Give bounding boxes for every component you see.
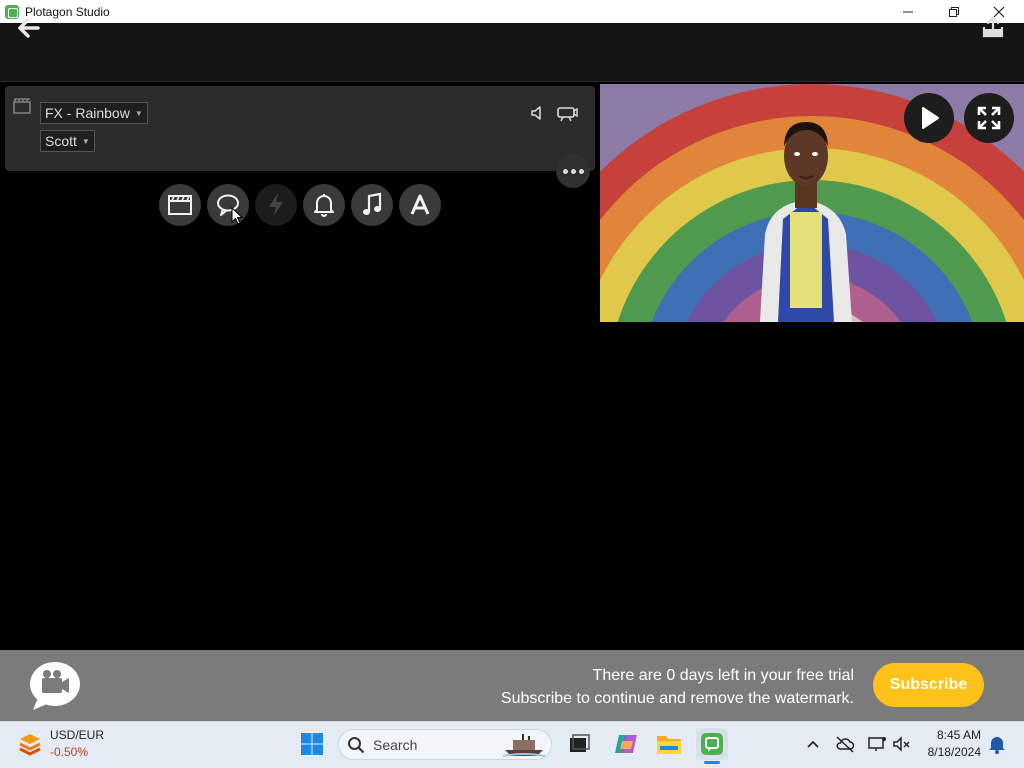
stock-chart-icon bbox=[19, 734, 41, 756]
folder-icon bbox=[657, 736, 681, 754]
trial-message: There are 0 days left in your free trial… bbox=[501, 664, 854, 710]
maximize-button[interactable] bbox=[931, 0, 977, 23]
plotagon-taskbar-button[interactable] bbox=[696, 728, 728, 760]
copilot-button[interactable] bbox=[610, 728, 642, 760]
camera-toggle-button[interactable] bbox=[556, 104, 578, 126]
character-dropdown-value: Scott bbox=[45, 133, 77, 149]
minimize-button[interactable] bbox=[885, 0, 931, 23]
show-hidden-icons-button[interactable] bbox=[797, 728, 829, 760]
more-options-button[interactable] bbox=[556, 154, 590, 188]
volume-button[interactable] bbox=[886, 728, 918, 760]
video-preview[interactable] bbox=[600, 84, 1024, 322]
notifications-button[interactable] bbox=[981, 728, 1013, 760]
ticker-value: -0.50% bbox=[50, 745, 89, 759]
camera-icon bbox=[557, 107, 578, 122]
network-monitor-icon bbox=[868, 737, 886, 751]
trial-message-line2: Subscribe to continue and remove the wat… bbox=[500, 690, 854, 707]
dot bbox=[578, 168, 584, 174]
bell-notification-icon bbox=[989, 737, 1005, 754]
stock-widget-button[interactable] bbox=[14, 728, 46, 760]
play-icon bbox=[922, 107, 939, 129]
restore-icon bbox=[949, 6, 959, 17]
trial-message-line1: There are 0 days left in your free trial bbox=[592, 667, 854, 684]
search-icon bbox=[348, 736, 365, 753]
cloud-sync-button[interactable] bbox=[829, 728, 861, 760]
windows-logo-icon bbox=[301, 733, 323, 755]
clapperboard-icon bbox=[168, 195, 192, 215]
minimize-icon bbox=[903, 11, 913, 12]
location-dropdown[interactable]: FX - Rainbow ▼ bbox=[40, 102, 148, 124]
back-button[interactable] bbox=[14, 14, 44, 42]
speaker-icon bbox=[531, 106, 541, 120]
lightning-icon bbox=[269, 193, 283, 217]
add-music-button[interactable] bbox=[351, 184, 393, 226]
music-note-icon bbox=[363, 192, 382, 215]
copilot-icon bbox=[615, 735, 637, 753]
play-button[interactable] bbox=[904, 93, 954, 143]
share-upload-icon bbox=[982, 16, 1004, 38]
character-dropdown[interactable]: Scott ▼ bbox=[40, 130, 95, 152]
back-arrow-icon bbox=[18, 18, 40, 38]
search-placeholder: Search bbox=[373, 736, 418, 753]
scene-card bbox=[5, 86, 595, 171]
bell-icon bbox=[314, 194, 334, 217]
chevron-up-icon bbox=[807, 740, 819, 748]
plotagon-app-icon bbox=[701, 733, 723, 755]
search-highlight-ship-icon bbox=[502, 733, 546, 757]
active-app-indicator bbox=[704, 761, 720, 764]
fullscreen-button[interactable] bbox=[964, 93, 1014, 143]
add-text-button[interactable] bbox=[399, 184, 441, 226]
scene-clapper-icon bbox=[13, 98, 31, 118]
top-toolbar bbox=[0, 23, 1024, 82]
task-view-button[interactable] bbox=[563, 728, 595, 760]
expand-icon bbox=[977, 106, 1001, 130]
plotagon-logo-icon bbox=[30, 662, 80, 710]
caret-down-icon: ▼ bbox=[134, 108, 143, 118]
speaker-muted-icon bbox=[893, 736, 910, 752]
ticker-name: USD/EUR bbox=[50, 728, 105, 742]
location-dropdown-value: FX - Rainbow bbox=[45, 105, 130, 121]
title-bar: Plotagon Studio bbox=[0, 0, 1024, 23]
task-view-icon bbox=[570, 734, 590, 752]
file-explorer-button[interactable] bbox=[653, 728, 685, 760]
taskbar-search-box[interactable]: Search bbox=[338, 729, 552, 760]
start-button[interactable] bbox=[296, 728, 328, 760]
mouse-cursor-icon bbox=[231, 206, 244, 229]
add-sound-effect-button[interactable] bbox=[303, 184, 345, 226]
app-window: Plotagon Studio FX - Rainbow ▼ Scott ▼ T… bbox=[0, 0, 1024, 768]
sound-toggle-button[interactable] bbox=[529, 104, 547, 126]
trial-banner: There are 0 days left in your free trial… bbox=[0, 650, 1024, 721]
subscribe-button[interactable]: Subscribe bbox=[873, 663, 984, 707]
dot bbox=[570, 168, 576, 174]
clock-date[interactable]: 8/18/2024 bbox=[928, 745, 981, 759]
share-button[interactable] bbox=[978, 12, 1008, 42]
add-scene-button[interactable] bbox=[159, 184, 201, 226]
add-action-button[interactable] bbox=[255, 184, 297, 226]
clock-time[interactable]: 8:45 AM bbox=[937, 728, 981, 742]
dot bbox=[562, 168, 568, 174]
text-icon bbox=[410, 194, 430, 215]
cloud-off-icon bbox=[836, 736, 855, 753]
caret-down-icon: ▼ bbox=[81, 136, 90, 146]
rainbow-scene-image bbox=[600, 84, 1024, 322]
